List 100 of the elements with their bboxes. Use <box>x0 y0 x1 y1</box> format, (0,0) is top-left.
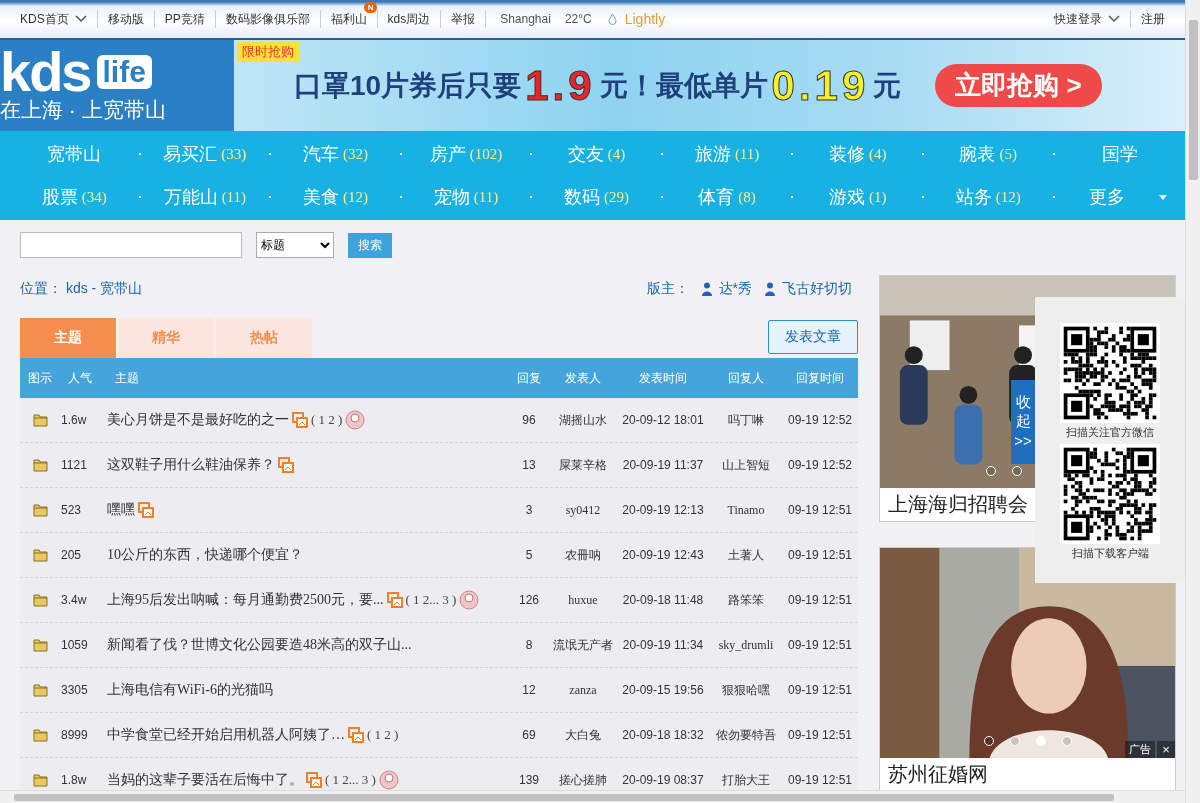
buy-now-button[interactable]: 立即抢购 > <box>935 64 1102 107</box>
top-link[interactable]: 举报 <box>441 10 487 28</box>
replier-cell-text: Tinamo <box>726 502 766 518</box>
topic-title[interactable]: 上海电信有WiFi-6的光猫吗 <box>107 681 273 699</box>
folder-icon <box>33 728 48 742</box>
posted-time-cell-text: 20-09-18 11:48 <box>621 593 705 607</box>
breadcrumb[interactable]: 位置： kds - 宽带山 <box>20 280 143 298</box>
topic-title[interactable]: 美心月饼是不是最好吃的之一 <box>107 411 289 429</box>
posted-time-cell-text: 20-09-12 18:01 <box>621 413 705 427</box>
column-header: 主题 <box>114 369 140 387</box>
reply-time-cell-text: 09-19 12:51 <box>786 638 854 652</box>
replier-cell-text: 土著人 <box>727 546 765 564</box>
account-link[interactable]: 注册 <box>1131 10 1175 28</box>
author-cell-text: 屎莱辛格 <box>558 456 608 474</box>
post-article-button[interactable]: 发表文章 <box>768 320 858 354</box>
author-cell-text: 湖摇山水 <box>558 411 608 429</box>
replies-cell-text: 8 <box>524 638 534 652</box>
posted-time-cell-text: 20-09-19 11:37 <box>621 458 705 472</box>
posted-time-cell-text: 20-09-19 12:43 <box>621 548 705 562</box>
folder-icon <box>33 593 48 607</box>
replier-cell-text: 打胎大王 <box>721 771 771 789</box>
views-cell-text: 523 <box>60 503 83 517</box>
reply-time-cell-text: 09-19 12:51 <box>786 683 854 697</box>
reply-time-cell-text: 09-19 12:51 <box>786 548 854 562</box>
topic-title[interactable]: 新闻看了伐？世博文化公园要造48米高的双子山... <box>107 636 412 654</box>
replies-cell-text: 126 <box>518 593 540 607</box>
banner-text: 元 <box>873 68 902 103</box>
carousel-dot[interactable] <box>983 736 994 746</box>
column-header: 发表时间 <box>638 369 688 387</box>
views-cell-text: 1.6w <box>60 413 88 427</box>
folder-icon <box>33 683 48 697</box>
page-links[interactable]: ( 1 2 ) <box>367 727 399 743</box>
column-header: 图示 <box>27 369 53 387</box>
column-header: 人气 <box>67 369 93 387</box>
column-header: 回复 <box>516 369 542 387</box>
posted-time-cell-text: 20-09-19 11:34 <box>621 638 705 652</box>
top-link[interactable]: 移动版 <box>97 10 155 28</box>
replies-cell-text: 12 <box>521 683 537 697</box>
topic-title[interactable]: 上海95后发出呐喊：每月通勤费2500元，要... <box>107 591 384 609</box>
qr-caption: 扫描下载客户端 <box>1071 546 1149 561</box>
topic-title[interactable]: 这双鞋子用什么鞋油保养？ <box>107 456 275 474</box>
carousel-dot[interactable] <box>1009 736 1020 746</box>
banner-tag: 限时抢购 <box>237 42 299 62</box>
moderator-link[interactable]: 飞古好切切 <box>782 280 852 298</box>
top-link[interactable]: 数码影像俱乐部 <box>215 10 321 28</box>
topic-title[interactable]: 嘿嘿 <box>107 501 135 519</box>
author-cell-text: sy0412 <box>564 502 602 518</box>
posted-time-cell-text: 20-09-18 18:32 <box>621 728 705 742</box>
topic-title[interactable]: 10公斤的东西，快递哪个便宜？ <box>107 546 303 564</box>
carousel-dot[interactable] <box>1035 736 1046 746</box>
carousel-dot[interactable] <box>1012 466 1022 476</box>
replier-cell-text: sky_drumli <box>717 637 775 653</box>
column-header: 发表人 <box>564 369 602 387</box>
page-links[interactable]: ( 1 2... 3 ) <box>325 772 376 788</box>
replies-cell-text: 139 <box>518 773 540 787</box>
logo-panel[interactable]: kds life 在上海 · 上宽带山 <box>0 40 234 131</box>
banner-text: 元！最低单片 <box>599 68 768 103</box>
reply-time-cell-text: 09-19 12:52 <box>786 458 854 472</box>
user-icon <box>700 282 713 296</box>
reply-time-cell-text: 09-19 12:52 <box>786 413 854 427</box>
collapse-button[interactable]: 收起 >> <box>1011 380 1035 464</box>
page-links[interactable]: ( 1 2 ) <box>311 412 343 428</box>
replier-cell-text: 吗丁啉 <box>727 411 765 429</box>
moderators-label: 版主： <box>646 280 689 298</box>
views-cell-text: 205 <box>60 548 83 562</box>
weather-condition: Lightly <box>624 11 666 27</box>
posted-time-cell-text: 20-09-19 12:13 <box>621 503 705 517</box>
folder-icon <box>33 638 48 652</box>
folder-icon <box>33 503 48 517</box>
reply-time-cell-text: 09-19 12:51 <box>786 593 854 607</box>
author-cell-text: 搓心搓肺 <box>558 771 608 789</box>
page-links[interactable]: ( 1 2... 3 ) <box>405 592 457 608</box>
scrollbar[interactable] <box>0 790 1185 803</box>
top-link[interactable]: KDS首页 <box>10 10 98 28</box>
replies-cell-text: 69 <box>521 728 537 742</box>
new-badge: N <box>363 2 378 13</box>
author-cell-text: 流氓无产者 <box>552 636 614 654</box>
author-cell-text: huxue <box>567 592 599 608</box>
topic-title[interactable]: 中学食堂已经开始启用机器人阿姨了… <box>107 726 345 744</box>
topic-title[interactable]: 当妈的这辈子要活在后悔中了。 <box>107 771 303 789</box>
replies-cell-text: 3 <box>524 503 534 517</box>
close-button[interactable]: × <box>1157 741 1175 758</box>
search-field[interactable] <box>20 232 242 258</box>
ad-banner[interactable]: 限时抢购 口罩10片券后只要 1.9 元！最低单片0.19 元 立即抢购 > <box>234 40 1185 131</box>
account-link[interactable]: 快速登录 <box>1044 10 1131 28</box>
reply-time-cell-text: 09-19 12:51 <box>786 773 854 787</box>
column-header: 回复人 <box>727 369 765 387</box>
banner-price: 1.9 <box>525 61 596 110</box>
carousel-dot[interactable] <box>986 466 996 476</box>
top-link[interactable]: kds周边 <box>377 10 442 28</box>
replies-cell-text: 13 <box>521 458 537 472</box>
moderator-link[interactable]: 达*秀 <box>718 280 752 298</box>
caret-icon <box>74 15 87 23</box>
search-scope-select[interactable]: 标题 <box>256 232 334 258</box>
scrollbar[interactable] <box>1185 0 1200 803</box>
top-link[interactable]: PP竞猜 <box>154 10 216 28</box>
carousel-dot[interactable] <box>1061 736 1072 746</box>
ad-caption[interactable]: 苏州征婚网 <box>880 758 1175 791</box>
replier-cell-text: 侬勿要特吾 <box>715 726 777 744</box>
logo-tag: life <box>96 54 152 89</box>
